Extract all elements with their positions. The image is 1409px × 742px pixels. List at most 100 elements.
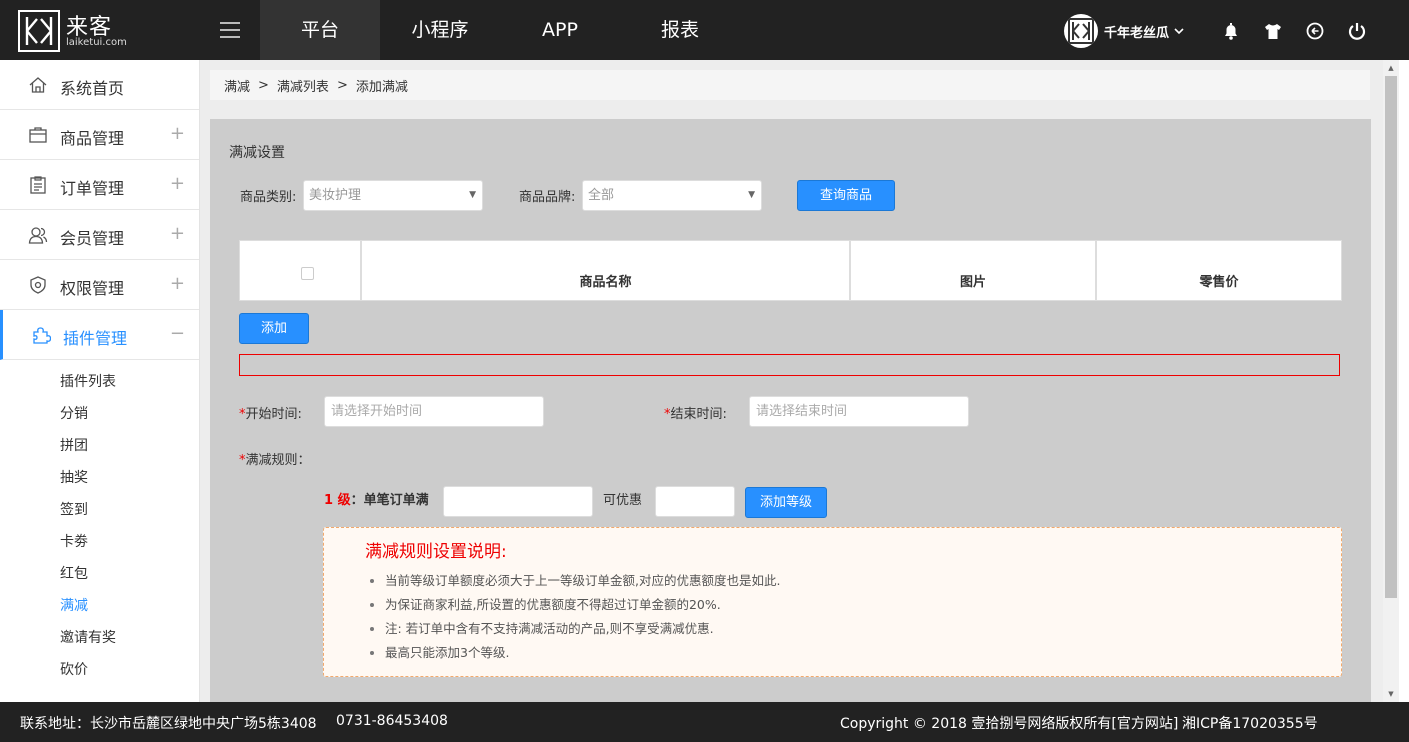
power-icon[interactable] bbox=[1344, 18, 1370, 44]
query-products-button[interactable]: 查询商品 bbox=[797, 180, 895, 211]
scrollbar-thumb[interactable] bbox=[1385, 76, 1397, 598]
section-title: 满减设置 bbox=[229, 145, 285, 161]
submenu-item-checkin[interactable]: 签到 bbox=[0, 494, 199, 526]
submenu-item-invite-reward[interactable]: 邀请有奖 bbox=[0, 622, 199, 654]
sidebar-item-orders[interactable]: 订单管理 + bbox=[0, 160, 199, 210]
nav-miniprogram[interactable]: 小程序 bbox=[380, 0, 500, 60]
main-content: 满减 > 满减列表 > 添加满减 满减设置 商品类别: 美妆护理 ▼ 商品品牌:… bbox=[200, 60, 1383, 702]
rule-notes-title: 满减规则设置说明: bbox=[365, 542, 507, 562]
brand-select-value: 全部 bbox=[588, 188, 615, 203]
breadcrumb-item-current: 添加满减 bbox=[355, 79, 408, 95]
rule-notes-box: 满减规则设置说明: 当前等级订单额度必须大于上一等级订单金额,对应的优惠额度也是… bbox=[323, 527, 1342, 677]
expand-icon: + bbox=[169, 123, 185, 144]
submenu-item-red-packet[interactable]: 红包 bbox=[0, 558, 199, 590]
submenu-item-distribution[interactable]: 分销 bbox=[0, 398, 199, 430]
start-time-input[interactable]: 请选择开始时间 bbox=[324, 396, 544, 427]
nav-reports[interactable]: 报表 bbox=[620, 0, 740, 60]
select-all-checkbox[interactable] bbox=[301, 267, 314, 280]
sidebar-item-label: 系统首页 bbox=[60, 79, 125, 98]
bell-icon[interactable] bbox=[1218, 18, 1244, 44]
category-select-value: 美妆护理 bbox=[309, 188, 362, 203]
sidebar-item-products[interactable]: 商品管理 + bbox=[0, 110, 199, 160]
category-select[interactable]: 美妆护理 ▼ bbox=[303, 180, 483, 211]
list-item: 注: 若订单中含有不支持满减活动的产品,则不享受满减优惠. bbox=[368, 617, 780, 641]
rule-notes-list: 当前等级订单额度必须大于上一等级订单金额,对应的优惠额度也是如此. 为保证商家利… bbox=[368, 569, 780, 665]
nav-app[interactable]: APP bbox=[500, 0, 620, 60]
caret-down-icon: ▼ bbox=[469, 190, 476, 200]
shield-icon bbox=[30, 276, 46, 294]
submenu-item-full-reduction[interactable]: 满减 bbox=[0, 590, 199, 622]
footer: 联系地址：长沙市岳麓区绿地中央广场5栋3408 0731-86453408 Co… bbox=[0, 702, 1409, 742]
footer-icp[interactable]: 湘ICP备17020355号 bbox=[1182, 713, 1318, 733]
sidebar-item-plugins[interactable]: 插件管理 − bbox=[0, 310, 199, 360]
collapse-icon: − bbox=[169, 323, 185, 344]
sidebar-item-label: 商品管理 bbox=[60, 129, 125, 148]
submenu-item-plugin-list[interactable]: 插件列表 bbox=[0, 366, 199, 398]
breadcrumb: 满减 > 满减列表 > 添加满减 bbox=[210, 70, 1370, 100]
chevron-down-icon bbox=[1174, 28, 1184, 35]
add-product-button[interactable]: 添加 bbox=[239, 313, 309, 344]
plugin-submenu: 插件列表 分销 拼团 抽奖 签到 卡劵 红包 满减 邀请有奖 砍价 bbox=[0, 360, 199, 686]
order-amount-input[interactable] bbox=[443, 486, 593, 517]
end-time-label: *结束时间: bbox=[664, 407, 727, 422]
home-icon bbox=[29, 77, 47, 93]
top-nav: 平台 小程序 APP 报表 bbox=[260, 0, 740, 60]
scroll-up-arrow-icon[interactable]: ▲ bbox=[1383, 60, 1399, 76]
submenu-item-group-buy[interactable]: 拼团 bbox=[0, 430, 199, 462]
footer-phone: 0731-86453408 bbox=[336, 713, 448, 729]
product-table: 商品名称 图片 零售价 bbox=[239, 240, 1342, 301]
sidebar-item-label: 权限管理 bbox=[60, 279, 125, 298]
submenu-item-bargain[interactable]: 砍价 bbox=[0, 654, 199, 686]
avatar bbox=[1064, 14, 1098, 48]
table-header-image: 图片 bbox=[850, 240, 1096, 301]
sidebar-item-home[interactable]: 系统首页 bbox=[0, 60, 199, 110]
submenu-item-lottery[interactable]: 抽奖 bbox=[0, 462, 199, 494]
list-item: 当前等级订单额度必须大于上一等级订单金额,对应的优惠额度也是如此. bbox=[368, 569, 780, 593]
user-menu[interactable]: 千年老丝瓜 bbox=[1064, 14, 1185, 48]
table-header-price: 零售价 bbox=[1096, 240, 1342, 301]
breadcrumb-separator: > bbox=[258, 77, 269, 93]
sidebar-item-permissions[interactable]: 权限管理 + bbox=[0, 260, 199, 310]
menu-toggle-icon[interactable] bbox=[218, 18, 242, 42]
breadcrumb-item[interactable]: 满减 bbox=[224, 76, 250, 95]
top-header: 来客 laiketui.com 平台 小程序 APP 报表 千年老丝瓜 bbox=[0, 0, 1409, 60]
brand-label: 商品品牌: bbox=[519, 190, 576, 205]
user-name: 千年老丝瓜 bbox=[1104, 25, 1170, 41]
expand-icon: + bbox=[169, 273, 185, 294]
breadcrumb-separator: > bbox=[336, 77, 348, 93]
start-time-label: *开始时间: bbox=[239, 407, 302, 422]
logo[interactable]: 来客 laiketui.com bbox=[18, 10, 128, 52]
tshirt-icon[interactable] bbox=[1260, 18, 1286, 44]
submenu-item-coupons[interactable]: 卡劵 bbox=[0, 526, 199, 558]
rule-label: *满减规则： bbox=[239, 453, 311, 468]
caret-down-icon: ▼ bbox=[748, 190, 755, 200]
end-time-input[interactable]: 请选择结束时间 bbox=[749, 396, 969, 427]
nav-platform[interactable]: 平台 bbox=[260, 0, 380, 60]
level-label: 1 级：单笔订单满 bbox=[324, 493, 429, 508]
expand-icon: + bbox=[169, 223, 185, 244]
table-header-name: 商品名称 bbox=[361, 240, 850, 301]
footer-copyright: Copyright © 2018 壹拾捌号网络版权所有[官方网站] bbox=[840, 716, 1179, 732]
sidebar-item-label: 插件管理 bbox=[63, 329, 128, 348]
brand-select[interactable]: 全部 ▼ bbox=[582, 180, 762, 211]
product-list-error-box bbox=[239, 354, 1340, 376]
logo-icon bbox=[18, 10, 60, 52]
category-label: 商品类别: bbox=[240, 190, 297, 205]
logo-url: laiketui.com bbox=[66, 37, 127, 48]
breadcrumb-item[interactable]: 满减列表 bbox=[277, 76, 329, 95]
form-panel: 满减设置 商品类别: 美妆护理 ▼ 商品品牌: 全部 ▼ 查询商品 商品名称 图… bbox=[210, 119, 1371, 702]
list-item: 最高只能添加3个等级. bbox=[368, 641, 780, 665]
sidebar: 系统首页 商品管理 + 订单管理 + 会员管理 + 权限管理 + 插件管理 − … bbox=[0, 60, 200, 702]
refresh-icon[interactable] bbox=[1302, 18, 1328, 44]
briefcase-icon bbox=[29, 127, 47, 143]
discount-label: 可优惠 bbox=[603, 493, 643, 508]
sidebar-item-label: 会员管理 bbox=[60, 229, 125, 248]
page-scrollbar[interactable]: ▲ ▼ bbox=[1383, 60, 1399, 702]
scroll-down-arrow-icon[interactable]: ▼ bbox=[1383, 686, 1399, 702]
expand-icon: + bbox=[169, 173, 185, 194]
footer-address: 联系地址：长沙市岳麓区绿地中央广场5栋3408 bbox=[20, 716, 317, 732]
users-icon bbox=[28, 227, 48, 244]
discount-amount-input[interactable] bbox=[655, 486, 735, 517]
add-level-button[interactable]: 添加等级 bbox=[745, 487, 827, 518]
sidebar-item-members[interactable]: 会员管理 + bbox=[0, 210, 199, 260]
